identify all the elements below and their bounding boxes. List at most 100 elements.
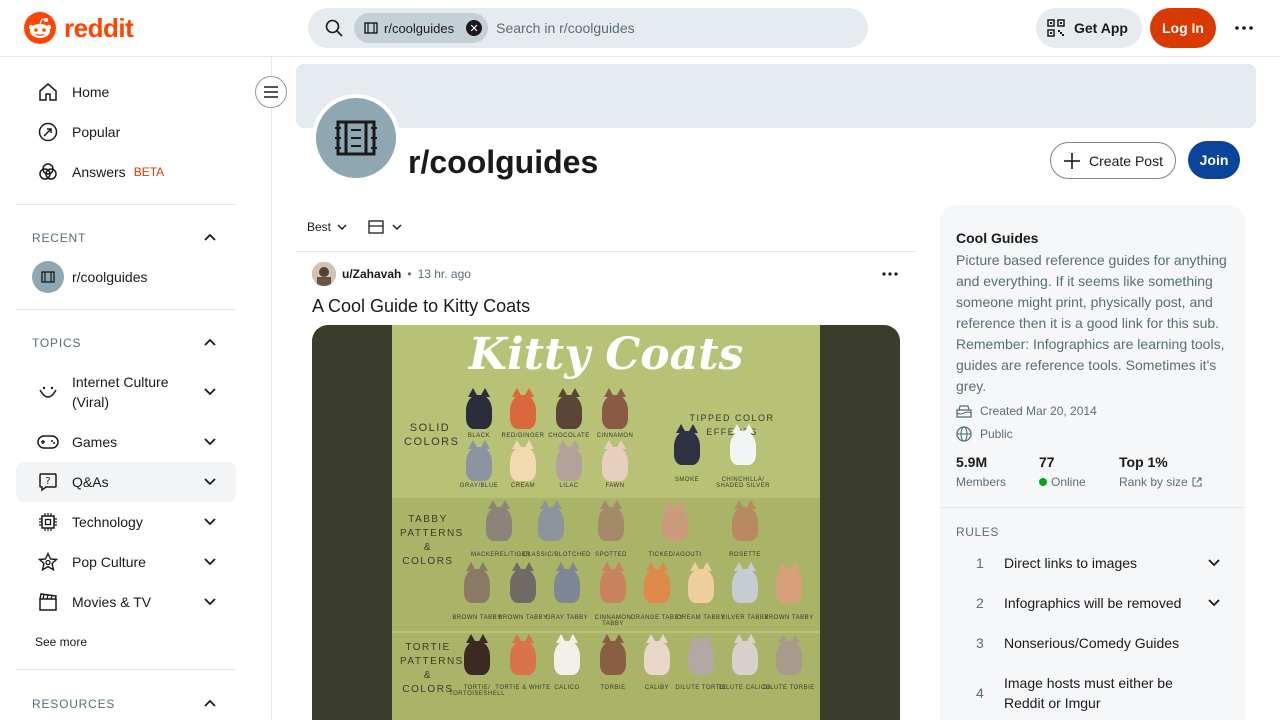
cat-caption: SMOKE bbox=[674, 477, 700, 483]
sidebar-item-label: Popular bbox=[72, 124, 121, 140]
clapper-icon bbox=[36, 590, 60, 614]
chevron-down-icon[interactable] bbox=[200, 592, 220, 612]
sort-dropdown[interactable]: Best bbox=[307, 220, 347, 234]
sidebar-topic-technology[interactable]: Technology bbox=[16, 502, 236, 542]
cat-illustration bbox=[644, 562, 670, 603]
cat-illustration bbox=[688, 634, 714, 675]
sidebar-topic-qas[interactable]: ? Q&As bbox=[16, 462, 236, 502]
topic-label: Pop Culture bbox=[72, 554, 146, 570]
meta-separator: • bbox=[407, 267, 412, 281]
cat-illustration bbox=[554, 634, 580, 675]
chevron-down-icon bbox=[337, 224, 347, 230]
topic-label: Games bbox=[72, 434, 118, 450]
card-view-icon bbox=[368, 220, 384, 234]
join-button[interactable]: Join bbox=[1188, 141, 1240, 179]
chevron-up-icon[interactable] bbox=[200, 693, 220, 713]
sidebar-item-popular[interactable]: Popular bbox=[16, 112, 236, 152]
chip-icon bbox=[36, 510, 60, 534]
cat-illustration bbox=[732, 562, 758, 603]
search-community-chip[interactable]: r/coolguides ✕ bbox=[354, 13, 489, 43]
recent-section-title: RECENT bbox=[32, 231, 87, 245]
sidebar-item-home[interactable]: Home bbox=[16, 72, 236, 112]
rule-item[interactable]: 3 Nonserious/Comedy Guides bbox=[956, 633, 1236, 653]
collapse-sidebar-button[interactable] bbox=[255, 76, 287, 108]
search-bar[interactable]: r/coolguides ✕ bbox=[308, 8, 868, 48]
tortie-label: TORTIE PATTERNS & COLORS bbox=[400, 642, 464, 695]
chevron-down-icon[interactable] bbox=[200, 472, 220, 492]
post-title[interactable]: A Cool Guide to Kitty Coats bbox=[312, 296, 530, 317]
sidebar-topic-pop-culture[interactable]: Pop Culture bbox=[16, 542, 236, 582]
topic-label: Movies & TV bbox=[72, 594, 152, 610]
chevron-down-icon[interactable] bbox=[200, 432, 220, 452]
topic-label: Technology bbox=[72, 514, 143, 530]
rule-number: 2 bbox=[976, 595, 984, 611]
chevron-up-icon[interactable] bbox=[200, 227, 220, 247]
cat-caption: BROWN TABBY bbox=[764, 615, 814, 621]
svg-text:?: ? bbox=[45, 476, 50, 487]
post-more-options-icon[interactable] bbox=[878, 262, 902, 286]
resources-section-title: RESOURCES bbox=[32, 697, 116, 711]
topic-label: Internet Culture (Viral) bbox=[72, 372, 169, 412]
view-mode-dropdown[interactable] bbox=[368, 220, 402, 234]
get-app-button[interactable]: Get App bbox=[1036, 8, 1142, 48]
sort-label: Best bbox=[307, 220, 332, 234]
chevron-up-icon[interactable] bbox=[200, 332, 220, 352]
rank-by-size-link[interactable]: Rank by size bbox=[1119, 475, 1202, 489]
sidebar-divider bbox=[16, 309, 236, 310]
cat-illustration bbox=[644, 634, 670, 675]
post-image[interactable]: Kitty Coats SOLID COLORS TABBY PATTERNS … bbox=[312, 325, 900, 720]
coolguides-icon bbox=[335, 120, 377, 156]
chevron-down-icon[interactable] bbox=[1204, 553, 1224, 573]
author-avatar[interactable] bbox=[312, 262, 336, 286]
menu-icon bbox=[264, 86, 278, 98]
cat-caption: CINNAMON bbox=[596, 433, 634, 439]
rule-item[interactable]: 4 Image hosts must either be Reddit or I… bbox=[956, 673, 1236, 713]
cat-illustration bbox=[598, 500, 624, 541]
get-app-label: Get App bbox=[1074, 20, 1128, 36]
coolguides-avatar bbox=[32, 261, 64, 293]
chevron-down-icon[interactable] bbox=[1204, 593, 1224, 613]
post-time: 13 hr. ago bbox=[417, 267, 471, 281]
sidebar-topic-internet-culture[interactable]: Internet Culture (Viral) bbox=[16, 368, 236, 416]
search-input[interactable] bbox=[496, 20, 837, 36]
sidebar-topic-movies-tv[interactable]: Movies & TV bbox=[16, 582, 236, 622]
cat-caption: CLASSIC/BLOTCHED bbox=[523, 552, 592, 558]
cat-illustration bbox=[466, 440, 492, 481]
cat-illustration bbox=[510, 388, 536, 429]
login-button[interactable]: Log In bbox=[1150, 8, 1216, 48]
chevron-down-icon[interactable] bbox=[200, 552, 220, 572]
chevron-down-icon bbox=[392, 224, 402, 230]
community-title: r/coolguides bbox=[408, 144, 599, 180]
sidebar-item-answers[interactable]: Answers BETA bbox=[16, 152, 236, 192]
rule-number: 1 bbox=[976, 555, 984, 571]
sidebar-topic-games[interactable]: Games bbox=[16, 422, 236, 462]
create-post-button[interactable]: Create Post bbox=[1050, 142, 1176, 179]
topics-section-title: TOPICS bbox=[32, 336, 82, 350]
cat-illustration bbox=[556, 440, 582, 481]
cat-caption: MACKEREL/TIGER bbox=[471, 552, 532, 558]
rank-value: Top 1% bbox=[1119, 454, 1168, 470]
globe-icon bbox=[956, 426, 972, 442]
cat-illustration bbox=[464, 562, 490, 603]
see-more-link[interactable]: See more bbox=[35, 635, 87, 649]
search-icon bbox=[314, 8, 354, 48]
plus-icon bbox=[1064, 152, 1081, 169]
reddit-logo[interactable]: reddit bbox=[24, 12, 134, 44]
cat-caption: ROSETTE bbox=[729, 552, 761, 558]
chevron-down-icon[interactable] bbox=[200, 382, 220, 402]
more-options-icon[interactable] bbox=[1228, 14, 1260, 42]
post-author[interactable]: u/Zahavah bbox=[342, 267, 401, 281]
reddit-snoo-icon bbox=[24, 12, 56, 44]
about-divider bbox=[940, 507, 1245, 508]
chevron-down-icon[interactable] bbox=[200, 512, 220, 532]
rule-item[interactable]: 2 Infographics will be removed bbox=[956, 593, 1236, 613]
cat-illustration bbox=[600, 634, 626, 675]
cat-illustration bbox=[510, 562, 536, 603]
sidebar-item-recent-coolguides[interactable]: r/coolguides bbox=[16, 257, 236, 297]
cat-illustration bbox=[510, 440, 536, 481]
community-about-panel: Cool Guides Picture based reference guid… bbox=[940, 205, 1245, 720]
sidebar-divider bbox=[16, 669, 236, 670]
clear-chip-icon[interactable]: ✕ bbox=[466, 20, 483, 36]
rule-item[interactable]: 1 Direct links to images bbox=[956, 553, 1236, 573]
community-banner bbox=[296, 64, 1256, 128]
